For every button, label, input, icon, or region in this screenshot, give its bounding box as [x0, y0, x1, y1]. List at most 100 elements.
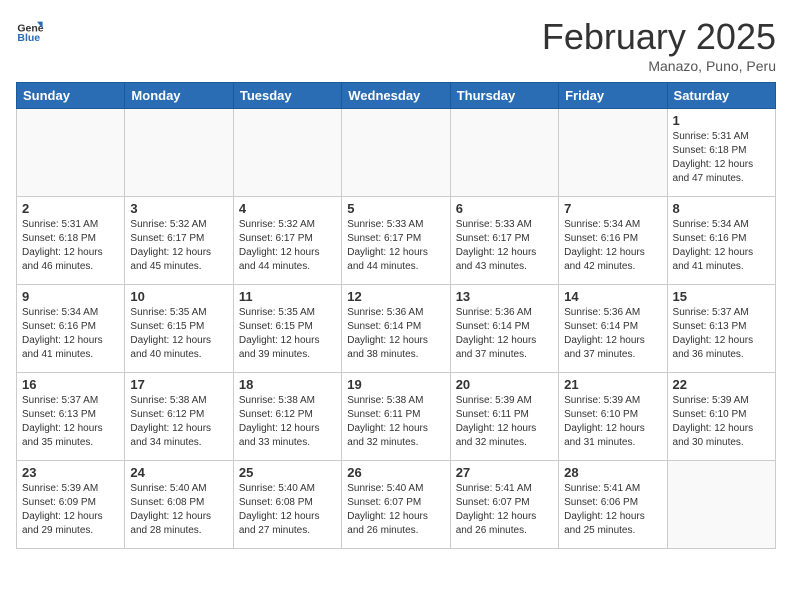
- month-title: February 2025: [542, 16, 776, 58]
- calendar-cell: 5Sunrise: 5:33 AM Sunset: 6:17 PM Daylig…: [342, 197, 450, 285]
- logo: General Blue: [16, 16, 44, 44]
- day-info: Sunrise: 5:35 AM Sunset: 6:15 PM Dayligh…: [130, 306, 227, 362]
- calendar-cell: 14Sunrise: 5:36 AM Sunset: 6:14 PM Dayli…: [559, 285, 667, 373]
- calendar-cell: 3 Sunrise: 5:32 AM Sunset: 6:17 PM Daylig…: [125, 197, 233, 285]
- calendar-cell: 9 Sunrise: 5:34 AM Sunset: 6:16 PM Daylig…: [17, 285, 125, 373]
- col-header-monday: Monday: [125, 83, 233, 109]
- calendar-cell: 27 Sunrise: 5:41 AM Sunset: 6:07 PM Dayli…: [450, 461, 558, 549]
- day-info: Sunrise: 5:34 AM Sunset: 6:16 PM Dayligh…: [564, 218, 661, 274]
- calendar-cell: 18 Sunrise: 5:38 AM Sunset: 6:12 PM Dayli…: [233, 373, 341, 461]
- col-header-friday: Friday: [559, 83, 667, 109]
- calendar-cell: 22 Sunrise: 5:39 AM Sunset: 6:10 PM Dayli…: [667, 373, 775, 461]
- col-header-saturday: Saturday: [667, 83, 775, 109]
- calendar-cell: 23 Sunrise: 5:39 AM Sunset: 6:09 PM Dayli…: [17, 461, 125, 549]
- day-number: 4: [239, 201, 336, 216]
- calendar-cell: 13 Sunrise: 5:36 AM Sunset: 6:14 PM Dayli…: [450, 285, 558, 373]
- day-info: Sunrise: 5:39 AM Sunset: 6:09 PM Dayligh…: [22, 482, 119, 538]
- calendar-week-2: 2 Sunrise: 5:31 AM Sunset: 6:18 PM Daylig…: [17, 197, 776, 285]
- calendar-cell: 16 Sunrise: 5:37 AM Sunset: 6:13 PM Dayli…: [17, 373, 125, 461]
- day-info: Sunrise: 5:33 AM Sunset: 6:17 PM Dayligh…: [456, 218, 553, 274]
- day-info: Sunrise: 5:35 AM Sunset: 6:15 PM Dayligh…: [239, 306, 336, 362]
- calendar-cell: 20Sunrise: 5:39 AM Sunset: 6:11 PM Dayli…: [450, 373, 558, 461]
- calendar-cell: 12 Sunrise: 5:36 AM Sunset: 6:14 PM Dayli…: [342, 285, 450, 373]
- day-info: Sunrise: 5:36 AM Sunset: 6:14 PM Dayligh…: [456, 306, 553, 362]
- day-info: Sunrise: 5:31 AM Sunset: 6:18 PM Dayligh…: [673, 130, 770, 186]
- page-header: General Blue February 2025 Manazo, Puno,…: [16, 16, 776, 74]
- day-number: 18: [239, 377, 336, 392]
- calendar-week-3: 9 Sunrise: 5:34 AM Sunset: 6:16 PM Daylig…: [17, 285, 776, 373]
- day-info: Sunrise: 5:37 AM Sunset: 6:13 PM Dayligh…: [673, 306, 770, 362]
- day-number: 22: [673, 377, 770, 392]
- calendar-cell: 10 Sunrise: 5:35 AM Sunset: 6:15 PM Dayli…: [125, 285, 233, 373]
- day-number: 6: [456, 201, 553, 216]
- calendar-cell: 1 Sunrise: 5:31 AM Sunset: 6:18 PM Daylig…: [667, 109, 775, 197]
- svg-text:Blue: Blue: [17, 32, 40, 44]
- title-block: February 2025 Manazo, Puno, Peru: [542, 16, 776, 74]
- day-number: 13: [456, 289, 553, 304]
- day-number: 17: [130, 377, 227, 392]
- day-info: Sunrise: 5:38 AM Sunset: 6:12 PM Dayligh…: [239, 394, 336, 450]
- calendar-cell: [125, 109, 233, 197]
- day-info: Sunrise: 5:41 AM Sunset: 6:07 PM Dayligh…: [456, 482, 553, 538]
- day-number: 2: [22, 201, 119, 216]
- calendar-cell: 17 Sunrise: 5:38 AM Sunset: 6:12 PM Dayli…: [125, 373, 233, 461]
- day-number: 24: [130, 465, 227, 480]
- calendar-header-row: SundayMondayTuesdayWednesdayThursdayFrid…: [17, 83, 776, 109]
- day-info: Sunrise: 5:40 AM Sunset: 6:07 PM Dayligh…: [347, 482, 444, 538]
- day-info: Sunrise: 5:38 AM Sunset: 6:12 PM Dayligh…: [130, 394, 227, 450]
- calendar-cell: 6 Sunrise: 5:33 AM Sunset: 6:17 PM Daylig…: [450, 197, 558, 285]
- calendar-cell: 15 Sunrise: 5:37 AM Sunset: 6:13 PM Dayli…: [667, 285, 775, 373]
- day-info: Sunrise: 5:33 AM Sunset: 6:17 PM Dayligh…: [347, 218, 444, 274]
- day-info: Sunrise: 5:37 AM Sunset: 6:13 PM Dayligh…: [22, 394, 119, 450]
- day-info: Sunrise: 5:39 AM Sunset: 6:10 PM Dayligh…: [564, 394, 661, 450]
- calendar-cell: 25 Sunrise: 5:40 AM Sunset: 6:08 PM Dayli…: [233, 461, 341, 549]
- day-number: 10: [130, 289, 227, 304]
- calendar-cell: 26 Sunrise: 5:40 AM Sunset: 6:07 PM Dayli…: [342, 461, 450, 549]
- day-number: 3: [130, 201, 227, 216]
- calendar-cell: 4 Sunrise: 5:32 AM Sunset: 6:17 PM Daylig…: [233, 197, 341, 285]
- calendar-cell: [667, 461, 775, 549]
- calendar-table: SundayMondayTuesdayWednesdayThursdayFrid…: [16, 82, 776, 549]
- day-number: 19: [347, 377, 444, 392]
- calendar-week-5: 23 Sunrise: 5:39 AM Sunset: 6:09 PM Dayli…: [17, 461, 776, 549]
- logo-icon: General Blue: [16, 16, 44, 44]
- calendar-cell: 11 Sunrise: 5:35 AM Sunset: 6:15 PM Dayli…: [233, 285, 341, 373]
- col-header-sunday: Sunday: [17, 83, 125, 109]
- col-header-wednesday: Wednesday: [342, 83, 450, 109]
- day-info: Sunrise: 5:34 AM Sunset: 6:16 PM Dayligh…: [673, 218, 770, 274]
- col-header-thursday: Thursday: [450, 83, 558, 109]
- day-number: 25: [239, 465, 336, 480]
- calendar-cell: 19 Sunrise: 5:38 AM Sunset: 6:11 PM Dayli…: [342, 373, 450, 461]
- day-info: Sunrise: 5:32 AM Sunset: 6:17 PM Dayligh…: [130, 218, 227, 274]
- day-info: Sunrise: 5:34 AM Sunset: 6:16 PM Dayligh…: [22, 306, 119, 362]
- day-number: 15: [673, 289, 770, 304]
- calendar-cell: 21Sunrise: 5:39 AM Sunset: 6:10 PM Dayli…: [559, 373, 667, 461]
- calendar-week-4: 16 Sunrise: 5:37 AM Sunset: 6:13 PM Dayli…: [17, 373, 776, 461]
- calendar-cell: [559, 109, 667, 197]
- day-info: Sunrise: 5:39 AM Sunset: 6:10 PM Dayligh…: [673, 394, 770, 450]
- calendar-cell: [17, 109, 125, 197]
- day-info: Sunrise: 5:32 AM Sunset: 6:17 PM Dayligh…: [239, 218, 336, 274]
- day-info: Sunrise: 5:41 AM Sunset: 6:06 PM Dayligh…: [564, 482, 661, 538]
- day-number: 1: [673, 113, 770, 128]
- day-info: Sunrise: 5:39 AM Sunset: 6:11 PM Dayligh…: [456, 394, 553, 450]
- day-number: 9: [22, 289, 119, 304]
- day-number: 23: [22, 465, 119, 480]
- day-number: 27: [456, 465, 553, 480]
- day-number: 28: [564, 465, 661, 480]
- day-number: 16: [22, 377, 119, 392]
- day-number: 11: [239, 289, 336, 304]
- day-info: Sunrise: 5:40 AM Sunset: 6:08 PM Dayligh…: [239, 482, 336, 538]
- calendar-cell: [342, 109, 450, 197]
- calendar-cell: 7Sunrise: 5:34 AM Sunset: 6:16 PM Daylig…: [559, 197, 667, 285]
- day-info: Sunrise: 5:40 AM Sunset: 6:08 PM Dayligh…: [130, 482, 227, 538]
- day-info: Sunrise: 5:36 AM Sunset: 6:14 PM Dayligh…: [347, 306, 444, 362]
- calendar-cell: [233, 109, 341, 197]
- location: Manazo, Puno, Peru: [542, 58, 776, 74]
- day-info: Sunrise: 5:31 AM Sunset: 6:18 PM Dayligh…: [22, 218, 119, 274]
- calendar-cell: 28 Sunrise: 5:41 AM Sunset: 6:06 PM Dayli…: [559, 461, 667, 549]
- day-info: Sunrise: 5:38 AM Sunset: 6:11 PM Dayligh…: [347, 394, 444, 450]
- day-number: 12: [347, 289, 444, 304]
- day-number: 26: [347, 465, 444, 480]
- calendar-cell: [450, 109, 558, 197]
